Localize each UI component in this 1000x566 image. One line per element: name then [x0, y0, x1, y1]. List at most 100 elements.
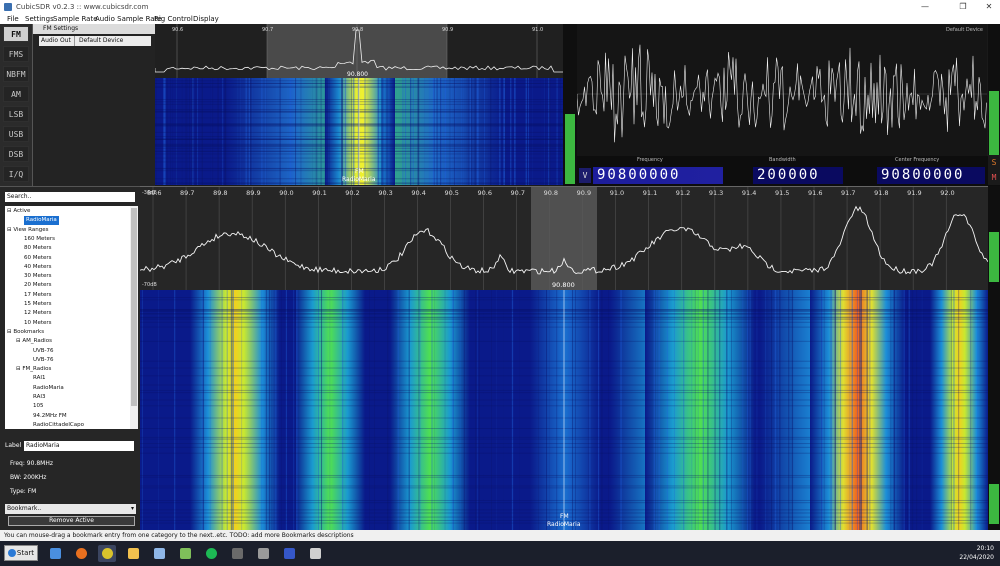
tree-item[interactable]: UVB-76	[33, 356, 54, 365]
tree-item[interactable]: 160 Meters	[24, 235, 55, 244]
gain-meter[interactable]	[988, 24, 1000, 168]
audio-out-value[interactable]: Default Device	[79, 36, 123, 46]
bandwidth-display[interactable]: 200000	[753, 167, 843, 184]
tree-item[interactable]: RadioMaria	[33, 384, 64, 393]
tree-folder[interactable]: ⊟ Active	[7, 207, 30, 216]
tick-label: 91.9	[907, 189, 921, 197]
mode-fms-button[interactable]: FMS	[3, 46, 29, 62]
main-waterfall-graph[interactable]: FMRadioMaria	[140, 290, 988, 530]
maximize-button[interactable]: ❐	[952, 0, 974, 14]
explorer-icon[interactable]	[124, 545, 142, 562]
tree-item[interactable]: 10 Meters	[24, 319, 52, 328]
demod-spectrum-graph[interactable]: 90.6 90.7 90.8 90.9 91.090.800	[155, 24, 563, 78]
tick-label: 90.7	[511, 189, 525, 197]
tree-item[interactable]: 15 Meters	[24, 300, 52, 309]
bookmark-label-input[interactable]: RadioMaria	[24, 441, 134, 451]
tree-item[interactable]: RadioCittadelCapo	[33, 421, 84, 429]
tree-item[interactable]: 20 Meters	[24, 281, 52, 290]
audio-out-row[interactable]: Audio Out Default Device	[39, 36, 151, 46]
taskbar-clock[interactable]: 20:10 22/04/2020	[934, 544, 994, 562]
chrome-icon[interactable]	[98, 545, 116, 562]
audio-scope[interactable]: Default Device	[577, 24, 987, 168]
menu-rig-control[interactable]: Rig Control	[154, 14, 193, 24]
terminal-icon[interactable]	[228, 545, 246, 562]
minimize-button[interactable]: —	[914, 0, 936, 14]
waterfall-station-label: RadioMaria	[547, 521, 581, 528]
solo-button[interactable]: S	[988, 155, 1000, 170]
status-bar: You can mouse-drag a bookmark entry from…	[0, 530, 1000, 541]
mode-fm-button[interactable]: FM	[3, 26, 29, 42]
menu-file[interactable]: File	[7, 14, 19, 24]
fm-settings-header[interactable]: FM Settings	[33, 24, 156, 34]
tree-item[interactable]: 105	[33, 402, 44, 411]
network-icon[interactable]	[306, 545, 324, 562]
signal-band	[390, 290, 470, 530]
demod-spectrum[interactable]: 90.6 90.7 90.8 90.9 91.0 90.800	[155, 24, 563, 78]
bookmark-tree[interactable]: ⊟ Active RadioMaria ⊟ View Ranges 160 Meter…	[5, 206, 130, 429]
main-spectrum-graph[interactable]: 89.6 89.7 89.8 89.9 90.0 90.1 90.2 90.3 90.4 90.5…	[140, 187, 988, 290]
cubicsdr-icon[interactable]	[280, 545, 298, 562]
mode-iq-button[interactable]: I/Q	[3, 166, 29, 182]
tree-item-label: Bookmarks	[13, 328, 45, 335]
tree-item[interactable]: 60 Meters	[24, 254, 52, 263]
tree-item-label: RadioMaria	[26, 217, 57, 224]
bookmark-search-input[interactable]: Search..	[5, 192, 135, 202]
settings-icon[interactable]	[254, 545, 272, 562]
frequency-display[interactable]: 90800000	[593, 167, 723, 184]
menu-sample-rate[interactable]: Sample Rate	[53, 14, 98, 24]
tree-item-label: 12 Meters	[24, 310, 52, 317]
demod-waterfall-graph[interactable]: FMRadioMaria	[155, 78, 563, 185]
close-button[interactable]: ✕	[978, 0, 1000, 14]
tree-item[interactable]: RAI3	[33, 393, 45, 402]
remove-active-button[interactable]: Remove Active	[8, 516, 135, 526]
menu-settings[interactable]: Settings	[25, 14, 54, 24]
center-frequency-display[interactable]: 90800000	[877, 167, 985, 184]
main-waterfall[interactable]: FM RadioMaria	[140, 290, 988, 530]
tick-label: 91.1	[643, 189, 657, 197]
image-viewer-icon[interactable]	[176, 545, 194, 562]
tree-item[interactable]: UVB-76	[33, 347, 54, 356]
tree-item[interactable]: RAI1	[33, 374, 45, 383]
rf-gain-meter[interactable]	[988, 186, 1000, 530]
signal-band	[645, 290, 755, 530]
notepad-icon[interactable]	[150, 545, 168, 562]
tick-label: 91.4	[742, 189, 756, 197]
tree-item[interactable]: 12 Meters	[24, 309, 52, 318]
mode-lsb-button[interactable]: LSB	[3, 106, 29, 122]
main-spectrum[interactable]: 89.6 89.7 89.8 89.9 90.0 90.1 90.2 90.3 90.4 90.5…	[140, 186, 988, 290]
tree-item[interactable]: 80 Meters	[24, 244, 52, 253]
bookmark-tree-scrollbar[interactable]	[130, 206, 138, 429]
tree-item[interactable]: 30 Meters	[24, 272, 52, 281]
tree-item[interactable]: 17 Meters	[24, 291, 52, 300]
tick-label: 90.6	[172, 27, 183, 33]
start-button[interactable]: Start	[4, 545, 38, 561]
tree-item[interactable]: 40 Meters	[24, 263, 52, 272]
tree-folder[interactable]: ⊟ AM_Radios	[16, 337, 52, 346]
menu-display[interactable]: Display	[193, 14, 219, 24]
rf-gain-fill	[989, 232, 999, 282]
bookmark-panel: Search.. ⊟ Active RadioMaria ⊟ View Ranges…	[0, 186, 140, 530]
mode-am-button[interactable]: AM	[3, 86, 29, 102]
tree-folder[interactable]: ⊟ View Ranges	[7, 226, 48, 235]
squelch-meter-fill	[565, 114, 575, 184]
spotify-icon[interactable]	[202, 545, 220, 562]
mode-nbfm-button[interactable]: NBFM	[3, 66, 29, 82]
task-view-icon[interactable]	[46, 545, 64, 562]
tree-item[interactable]: 94.2MHz FM	[33, 412, 67, 421]
tree-folder[interactable]: ⊟ FM_Radios	[16, 365, 51, 374]
menu-audio-sample-rate[interactable]: Audio Sample Rate	[95, 14, 162, 24]
bookmark-select[interactable]: Bookmark.. ▾	[5, 504, 136, 514]
chrome-icon-glyph	[102, 548, 113, 559]
mute-button[interactable]: M	[988, 170, 1000, 185]
squelch-meter[interactable]	[563, 24, 577, 186]
mode-usb-button[interactable]: USB	[3, 126, 29, 142]
firefox-icon[interactable]	[72, 545, 90, 562]
demod-waterfall[interactable]: FM RadioMaria	[155, 78, 563, 185]
mode-dsb-button[interactable]: DSB	[3, 146, 29, 162]
tree-folder[interactable]: ⊟ Bookmarks	[7, 328, 44, 337]
window-title: CubicSDR v0.2.3 :: www.cubicsdr.com	[16, 3, 149, 11]
vfo-lock-button[interactable]: V	[579, 168, 591, 183]
scrollbar-thumb[interactable]	[131, 208, 137, 406]
tree-item[interactable]: RadioMaria	[24, 216, 59, 226]
bandwidth-label: Bandwidth	[769, 157, 796, 163]
